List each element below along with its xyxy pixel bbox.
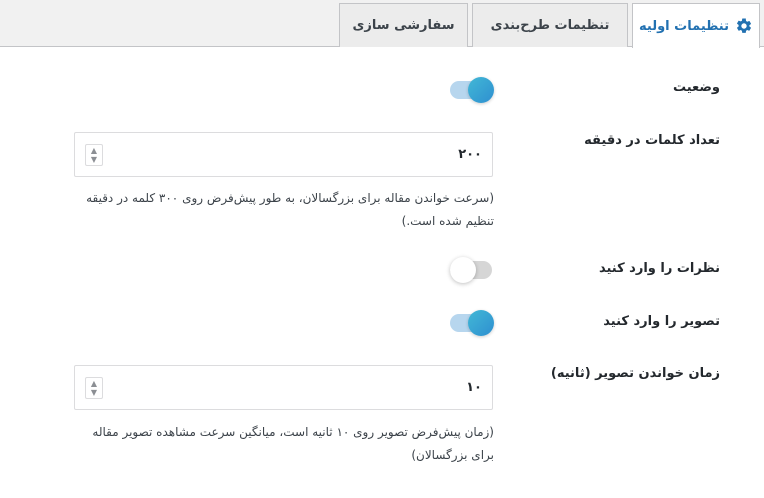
tab-customization-label: سفارشی سازی	[352, 18, 455, 33]
image-read-time-input[interactable]: ۱۰ ▲ ▼	[74, 365, 493, 410]
tab-layout-settings-label: تنظیمات طرح‌بندی	[490, 18, 610, 33]
toggle-knob	[468, 77, 494, 103]
image-read-time-help: (زمان پیش‌فرض تصویر روی ۱۰ ثانیه است، می…	[92, 425, 494, 462]
tab-basic-settings[interactable]: تنظیمات اولیه	[632, 3, 760, 48]
stepper-down-icon[interactable]: ▼	[91, 155, 97, 164]
tab-layout-settings[interactable]: تنظیمات طرح‌بندی	[472, 3, 628, 47]
toggle-knob	[468, 310, 494, 336]
tab-basic-settings-label: تنظیمات اولیه	[639, 18, 729, 34]
include-comments-toggle[interactable]	[450, 256, 494, 283]
number-stepper[interactable]: ▲ ▼	[85, 144, 103, 166]
include-images-label: تصویر را وارد کنید	[603, 314, 720, 329]
words-per-minute-label: تعداد کلمات در دقیقه	[584, 133, 720, 148]
include-images-toggle[interactable]	[450, 309, 494, 336]
gear-icon	[736, 18, 751, 33]
number-stepper[interactable]: ▲ ▼	[85, 377, 103, 399]
image-read-time-label: زمان خواندن تصویر (ثانیه)	[550, 366, 720, 381]
toggle-knob	[450, 257, 476, 283]
tab-bar: تنظیمات اولیه تنظیمات طرح‌بندی سفارشی سا…	[0, 0, 764, 48]
words-per-minute-input[interactable]: ۲۰۰ ▲ ▼	[74, 132, 493, 177]
stepper-up-icon[interactable]: ▲	[91, 146, 97, 155]
stepper-up-icon[interactable]: ▲	[91, 379, 97, 388]
stepper-down-icon[interactable]: ▼	[91, 388, 97, 397]
tab-customization[interactable]: سفارشی سازی	[339, 3, 468, 47]
words-per-minute-help: (سرعت خواندن مقاله برای بزرگسالان، به طو…	[86, 191, 494, 228]
status-label: وضعیت	[672, 80, 720, 95]
settings-page: تنظیمات اولیه تنظیمات طرح‌بندی سفارشی سا…	[0, 0, 764, 498]
words-per-minute-value: ۲۰۰	[458, 147, 482, 162]
status-toggle[interactable]	[450, 76, 494, 103]
image-read-time-value: ۱۰	[466, 380, 482, 395]
include-comments-label: نظرات را وارد کنید	[598, 261, 720, 276]
